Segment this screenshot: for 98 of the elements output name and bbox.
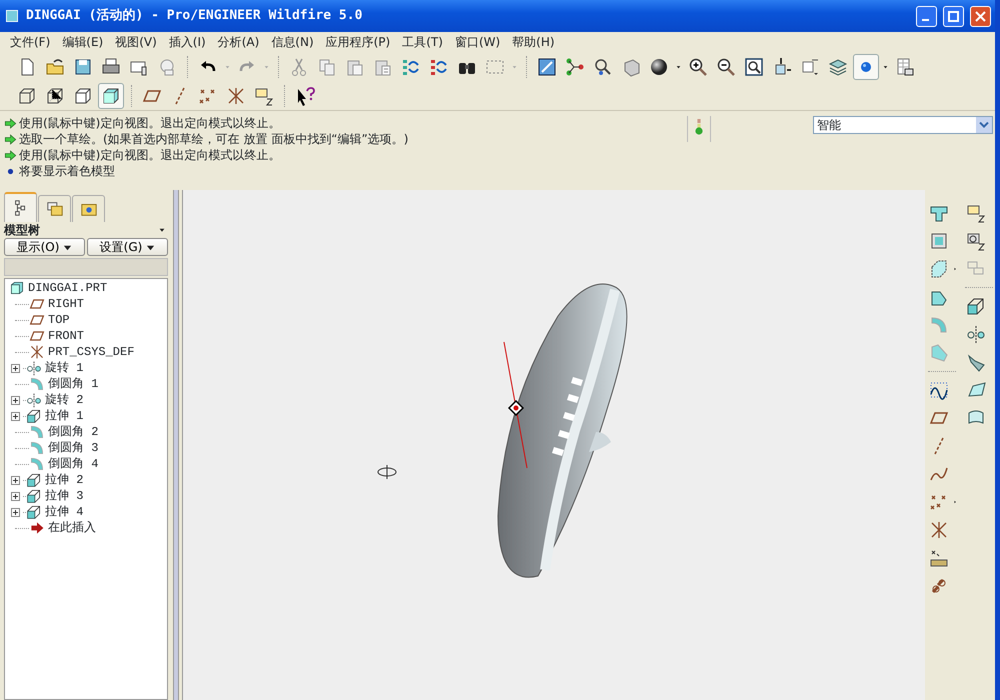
dropdown-button[interactable]: 显示(O)	[4, 238, 85, 256]
printer-icon[interactable]	[101, 56, 121, 76]
app-icon	[4, 8, 20, 24]
part-icon	[9, 280, 25, 296]
sweep-icon[interactable]	[966, 352, 986, 372]
expand-toggle[interactable]	[11, 492, 20, 500]
extrude-icon	[26, 504, 42, 520]
extrude-icon	[26, 472, 42, 488]
folders-icon	[46, 200, 64, 218]
insert-arrow-icon	[29, 520, 45, 536]
revolve-icon[interactable]	[966, 324, 986, 344]
revolve-icon	[26, 360, 42, 376]
message-text: 将要显示着色模型	[19, 163, 115, 180]
shell-icon[interactable]	[928, 231, 948, 251]
expand-toggle[interactable]	[11, 396, 20, 404]
round-icon	[29, 376, 45, 392]
expand-toggle[interactable]	[11, 476, 20, 484]
tree-item[interactable]: TOP	[48, 311, 70, 329]
point-search-icon[interactable]	[593, 56, 613, 76]
tree-item[interactable]: 倒圆角 2	[48, 423, 98, 441]
message-text: 使用(鼠标中键)定向视图。退出定向模式以终止。	[19, 115, 280, 132]
hidden-line-cube-icon[interactable]	[45, 86, 65, 106]
save-icon[interactable]	[73, 56, 93, 76]
tree-item[interactable]: 旋转 2	[45, 391, 84, 409]
layers-icon[interactable]	[828, 56, 848, 76]
extrude-icon[interactable]	[966, 296, 986, 316]
tree-item[interactable]: 拉伸 1	[45, 407, 84, 425]
annotation-view-icon[interactable]	[966, 231, 986, 251]
coordinate-system-icon[interactable]	[928, 520, 948, 540]
tree-item[interactable]: 倒圆角 1	[48, 375, 98, 393]
tree-item[interactable]: DINGGAI.PRT	[28, 279, 108, 297]
maximize-icon[interactable]	[948, 10, 959, 22]
menu-item[interactable]: 编辑(E)	[56, 33, 110, 51]
menu-item[interactable]: 视图(V)	[109, 33, 163, 51]
caret-icon[interactable]	[63, 242, 72, 252]
panel-tab[interactable]	[72, 195, 105, 222]
shaded-cube-icon[interactable]	[101, 86, 121, 106]
menu-item[interactable]: 文件(F)	[4, 33, 56, 51]
message-text: 使用(鼠标中键)定向视图。退出定向模式以终止。	[19, 147, 280, 164]
menu-item[interactable]: 信息(N)	[265, 33, 320, 51]
extrude-icon	[26, 488, 42, 504]
tree-item[interactable]: 倒圆角 4	[48, 455, 98, 473]
tree-item[interactable]: 拉伸 2	[45, 471, 84, 489]
round-icon	[29, 456, 45, 472]
zoom-in-icon[interactable]	[688, 56, 708, 76]
dropdown-button[interactable]: 设置(G)	[87, 238, 168, 256]
tree-item[interactable]: 在此插入	[48, 519, 96, 537]
sketch-icon[interactable]	[928, 380, 948, 400]
revolve-icon	[26, 392, 42, 408]
tree-item[interactable]: RIGHT	[48, 295, 84, 313]
repaint-icon[interactable]	[537, 56, 557, 76]
zoom-out-icon[interactable]	[716, 56, 736, 76]
open-folder-icon[interactable]	[45, 56, 65, 76]
shaded-sphere-icon[interactable]	[649, 56, 669, 76]
menu-item[interactable]: 工具(T)	[396, 33, 449, 51]
arrow-icon	[4, 132, 17, 146]
window-title: DINGGAI (活动的) - Pro/ENGINEER Wildfire 5.0	[26, 7, 364, 26]
menu-item[interactable]: 帮助(H)	[506, 33, 561, 51]
menu-item[interactable]: 分析(A)	[212, 33, 266, 51]
pivot-marker-icon	[508, 400, 524, 416]
panel-title: 模型树	[4, 222, 40, 239]
tree-item[interactable]: 拉伸 3	[45, 487, 84, 505]
panel-tab[interactable]	[38, 195, 71, 222]
expand-toggle[interactable]	[11, 412, 20, 420]
analysis-icon[interactable]	[928, 548, 948, 568]
menu-item[interactable]: 插入(I)	[162, 33, 212, 51]
arrow-icon	[4, 116, 17, 130]
close-icon[interactable]	[975, 10, 986, 22]
table-camera-icon[interactable]	[895, 56, 915, 76]
tree-item[interactable]: PRT_CSYS_DEF	[48, 343, 134, 361]
coordinate-system-icon	[29, 344, 45, 360]
menu-item[interactable]: 应用程序(P)	[320, 33, 396, 51]
coordinate-system-icon[interactable]	[226, 86, 246, 106]
tree-item[interactable]: 旋转 1	[45, 359, 84, 377]
filter-dropdown[interactable]: 智能	[813, 116, 993, 134]
wireframe-cube-icon[interactable]	[17, 86, 37, 106]
caret-icon[interactable]	[146, 242, 156, 252]
round-icon	[29, 424, 45, 440]
tree-item[interactable]: 拉伸 4	[45, 503, 84, 521]
arrow-icon	[4, 148, 17, 162]
expand-toggle[interactable]	[11, 364, 20, 372]
round-icon	[29, 440, 45, 456]
close-button[interactable]	[970, 6, 991, 26]
tree-item[interactable]: 倒圆角 3	[48, 439, 98, 457]
menu-item[interactable]: 窗口(W)	[448, 33, 506, 51]
no-hidden-cube-icon[interactable]	[73, 86, 93, 106]
extrude-icon	[26, 408, 42, 424]
annotation-icon[interactable]	[966, 203, 986, 223]
tree-item[interactable]: FRONT	[48, 327, 84, 345]
refit-icon[interactable]	[744, 56, 764, 76]
context-help-icon[interactable]	[295, 86, 315, 106]
annotation-icon[interactable]	[254, 86, 274, 106]
message-text: 选取一个草绘。(如果首选内部草绘，可在 放置 面板中找到“编辑”选项。)	[19, 131, 408, 148]
expand-toggle[interactable]	[11, 508, 20, 516]
maximize-button[interactable]	[943, 6, 964, 26]
rib-icon[interactable]	[928, 259, 948, 279]
minimize-button[interactable]	[916, 6, 937, 26]
panel-tab[interactable]	[4, 192, 37, 222]
